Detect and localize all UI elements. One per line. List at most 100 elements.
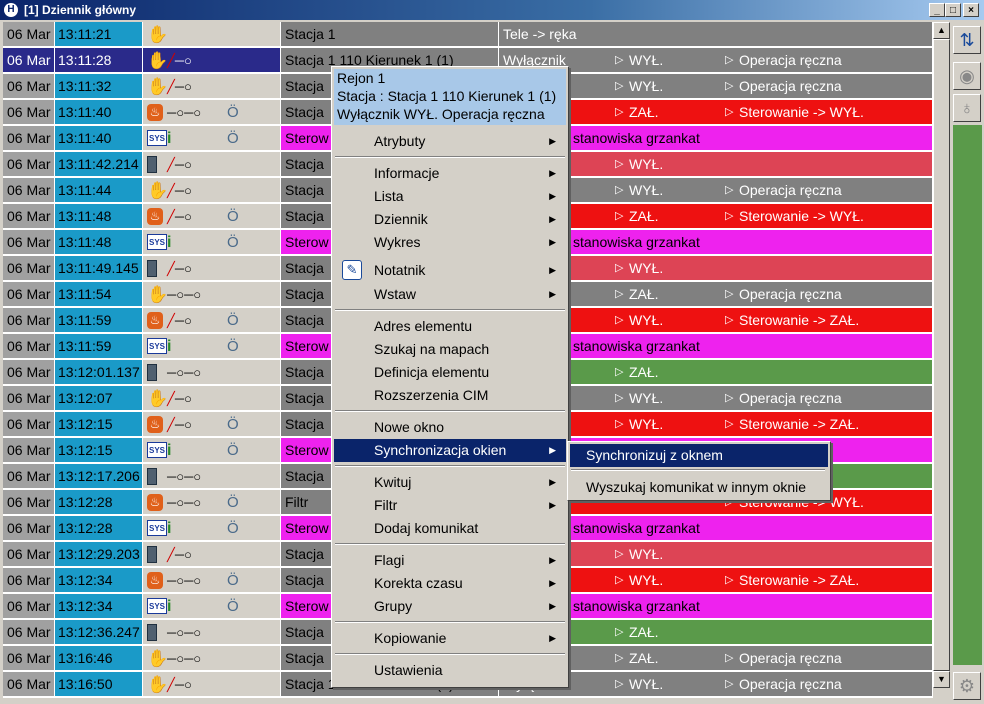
- event-value: Sterowanie -> WYŁ.: [739, 104, 864, 120]
- submenu-item-sync-with-window[interactable]: Synchronizuj z oknem: [570, 444, 828, 467]
- menu-item-wstaw[interactable]: Wstaw ▶: [334, 283, 566, 306]
- scroll-thumb[interactable]: [933, 39, 950, 671]
- triangle-marker-icon: ▷: [615, 366, 624, 378]
- close-button[interactable]: ×: [963, 3, 979, 17]
- hand-icon: ✋: [147, 649, 169, 668]
- submenu-arrow-icon: ▶: [549, 214, 556, 224]
- alarm-fire-icon: ♨: [147, 208, 163, 225]
- menu-item-korekta-czasu[interactable]: Korekta czasu ▶: [334, 572, 566, 595]
- clip-icon: Ö: [227, 234, 239, 251]
- submenu-arrow-icon: ▶: [549, 477, 556, 487]
- triangle-marker-icon: ▷: [615, 80, 624, 92]
- triangle-marker-icon: ▷: [725, 80, 734, 92]
- menu-item-atrybuty[interactable]: Atrybuty ▶: [334, 130, 566, 153]
- scroll-down-button[interactable]: ▼: [933, 671, 950, 688]
- switch-open-icon: ╱─○: [167, 547, 192, 562]
- menu-item-dodaj-komunikat[interactable]: Dodaj komunikat: [334, 517, 566, 540]
- event-value: WYŁ.: [629, 156, 664, 172]
- hand-icon: ✋: [147, 389, 169, 408]
- sync-submenu: Synchronizuj z oknem Wyszukaj komunikat w…: [567, 441, 831, 501]
- time-cell: 13:12:28: [55, 490, 143, 515]
- icons-cell: SYS i Ö: [143, 230, 281, 255]
- meter-icon: [147, 546, 157, 563]
- menu-item-filtr[interactable]: Filtr ▶: [334, 494, 566, 517]
- menu-item-wykres[interactable]: Wykres ▶: [334, 231, 566, 254]
- menu-item-definicja-elementu[interactable]: Definicja elementu: [334, 361, 566, 384]
- title-bar[interactable]: H [1] Dziennik główny _ □ ×: [0, 0, 984, 20]
- time-cell: 13:12:36.247: [55, 620, 143, 645]
- menu-item-szukaj-na-mapach[interactable]: Szukaj na mapach: [334, 338, 566, 361]
- maximize-button[interactable]: □: [945, 3, 961, 17]
- triangle-marker-icon: ▷: [615, 184, 624, 196]
- icons-cell: ♨ ╱─○ Ö: [143, 204, 281, 229]
- info-icon: i: [167, 598, 172, 615]
- clip-icon: Ö: [227, 338, 239, 355]
- event-text: stanowiska grzankat: [573, 520, 700, 536]
- time-cell: 13:12:29.203: [55, 542, 143, 567]
- date-cell: 06 Mar: [3, 126, 55, 151]
- event-text: stanowiska grzankat: [573, 130, 700, 146]
- settings-gear-icon[interactable]: ⚙: [953, 672, 981, 700]
- table-row[interactable]: 06 Mar 13:11:21 ✋ Stacja 1 Tele -> ręka: [3, 22, 933, 48]
- switch-open-icon: ╱─○: [167, 79, 192, 94]
- date-cell: 06 Mar: [3, 48, 55, 73]
- menu-item-synchronizacja-okien[interactable]: Synchronizacja okien ▶: [334, 439, 566, 462]
- scroll-up-button[interactable]: ▲: [933, 22, 950, 39]
- menu-item-ustawienia[interactable]: Ustawienia: [334, 659, 566, 682]
- sort-icon[interactable]: ⇅: [953, 26, 981, 54]
- switch-open-icon: ╱─○: [167, 157, 192, 172]
- triangle-marker-icon: ▷: [725, 678, 734, 690]
- menu-item-dziennik[interactable]: Dziennik ▶: [334, 208, 566, 231]
- menu-item-label: Notatnik: [374, 262, 426, 278]
- menu-item-lista[interactable]: Lista ▶: [334, 185, 566, 208]
- window-title: [1] Dziennik główny: [24, 3, 137, 17]
- triangle-marker-icon: ▷: [615, 158, 624, 170]
- hand-icon: ✋: [147, 77, 169, 96]
- icons-cell: ✋ ╱─○: [143, 672, 281, 697]
- menu-item-grupy[interactable]: Grupy ▶: [334, 595, 566, 618]
- alarm-fire-icon: ♨: [147, 572, 163, 589]
- switch-open-icon: ╱─○: [167, 209, 192, 224]
- menu-item-kwituj[interactable]: Kwituj ▶: [334, 471, 566, 494]
- status-strip: [953, 125, 982, 665]
- date-cell: 06 Mar: [3, 672, 55, 697]
- date-cell: 06 Mar: [3, 334, 55, 359]
- time-cell: 13:12:15: [55, 412, 143, 437]
- menu-item-label: Definicja elementu: [374, 364, 490, 380]
- minimize-button[interactable]: _: [929, 3, 945, 17]
- menu-item-adres-elementu[interactable]: Adres elementu: [334, 315, 566, 338]
- bell-icon[interactable]: ♁: [953, 94, 981, 122]
- menu-item-nowe-okno[interactable]: Nowe okno: [334, 416, 566, 439]
- triangle-marker-icon: ▷: [615, 54, 624, 66]
- date-cell: 06 Mar: [3, 646, 55, 671]
- submenu-item-find-in-other-window[interactable]: Wyszukaj komunikat w innym oknie: [570, 476, 828, 499]
- menu-item-rozszerzenia-cim[interactable]: Rozszerzenia CIM: [334, 384, 566, 407]
- switch-open-icon: ╱─○: [167, 391, 192, 406]
- hand-icon: ✋: [147, 51, 169, 70]
- icons-cell: SYS i Ö: [143, 126, 281, 151]
- event-value: ZAŁ.: [629, 286, 659, 302]
- menu-item-kopiowanie[interactable]: Kopiowanie ▶: [334, 627, 566, 650]
- time-cell: 13:16:50: [55, 672, 143, 697]
- station-cell: Stacja 1: [281, 22, 499, 47]
- meter-icon: [147, 624, 157, 641]
- header-element: Wyłącznik WYŁ. Operacja ręczna: [337, 106, 545, 122]
- triangle-marker-icon: ▷: [615, 210, 624, 222]
- icons-cell: ♨ ─○─○ Ö: [143, 100, 281, 125]
- switch-closed-icon: ─○─○: [167, 469, 202, 484]
- event-value: WYŁ.: [629, 312, 664, 328]
- menu-item-flagi[interactable]: Flagi ▶: [334, 549, 566, 572]
- time-cell: 13:11:48: [55, 204, 143, 229]
- sys-icon: SYS: [147, 130, 167, 146]
- event-value: WYŁ.: [629, 260, 664, 276]
- icons-cell: ─○─○: [143, 620, 281, 645]
- event-value: Sterowanie -> ZAŁ.: [739, 416, 860, 432]
- menu-item-informacje[interactable]: Informacje ▶: [334, 162, 566, 185]
- vertical-scrollbar[interactable]: ▲ ▼: [933, 22, 950, 688]
- disabled-action-icon[interactable]: ◉: [953, 62, 981, 90]
- menu-item-label: Flagi: [374, 552, 405, 568]
- event-value: Sterowanie -> ZAŁ.: [739, 572, 860, 588]
- menu-item-notatnik[interactable]: ✎ Notatnik ▶: [334, 257, 566, 283]
- menu-item-label: Korekta czasu: [374, 575, 463, 591]
- event-value: WYŁ.: [629, 78, 664, 94]
